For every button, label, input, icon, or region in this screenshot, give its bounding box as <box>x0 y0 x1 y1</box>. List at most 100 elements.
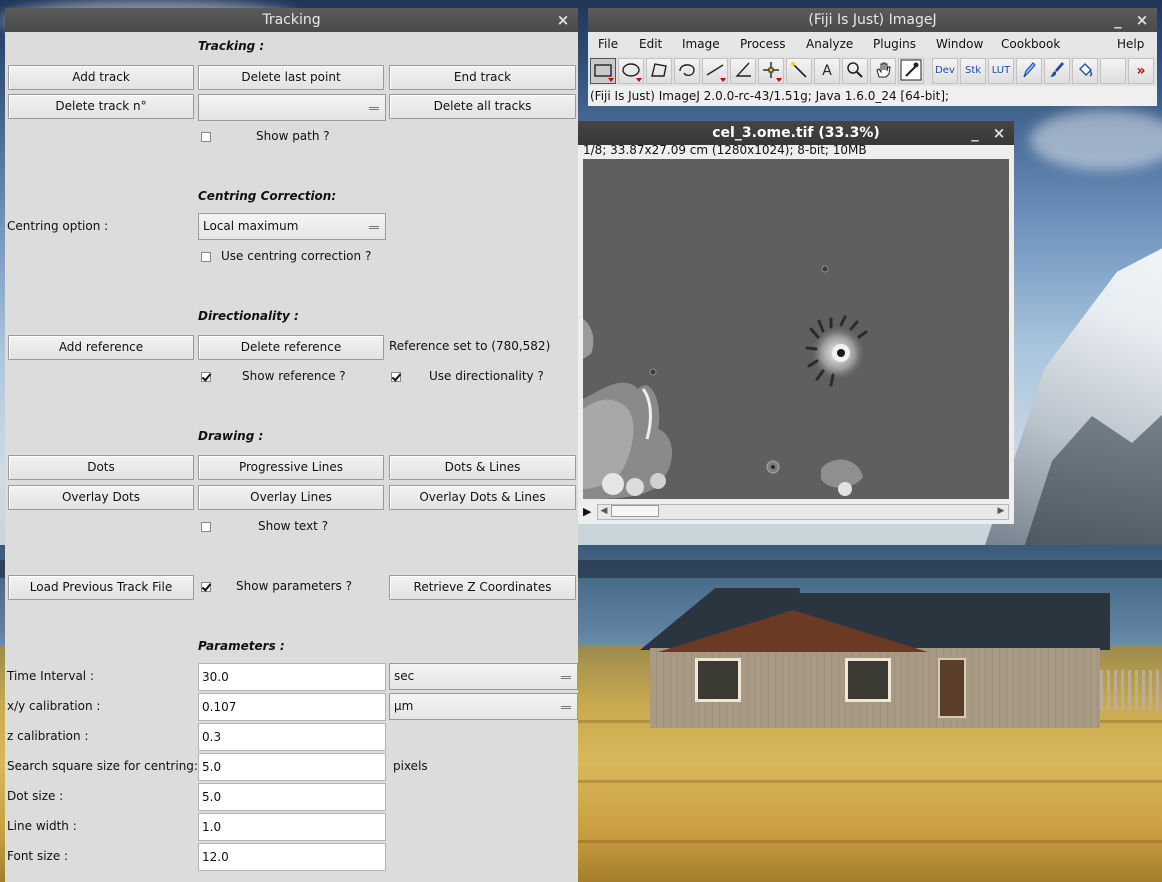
flood-fill-icon[interactable] <box>1072 58 1098 84</box>
image-titlebar[interactable]: cel_3.ome.tif (33.3%) _ × <box>578 121 1014 145</box>
dot-size-field[interactable]: 5.0 <box>198 783 386 811</box>
delete-track-n-button[interactable]: Delete track n° <box>8 94 194 119</box>
imagej-window-title: (Fiji Is Just) ImageJ <box>808 12 937 28</box>
retrieve-z-coordinates-button[interactable]: Retrieve Z Coordinates <box>389 575 576 600</box>
xy-unit-value: µm <box>394 699 414 713</box>
text-tool-icon[interactable]: A <box>814 58 840 84</box>
time-unit-select[interactable]: sec <box>389 663 578 690</box>
use-directionality-label: Use directionality ? <box>429 369 544 383</box>
close-icon[interactable]: × <box>552 8 574 32</box>
imagej-menubar: File Edit Image Process Analyze Plugins … <box>588 32 1157 56</box>
image-window: cel_3.ome.tif (33.3%) _ × 1/8; 33.87x27.… <box>578 121 1014 524</box>
show-reference-checkbox[interactable] <box>201 372 211 382</box>
imagej-toolbar: A Dev Stk LUT » <box>588 56 1157 86</box>
delete-reference-button[interactable]: Delete reference <box>198 335 384 360</box>
wallpaper-fence <box>1100 670 1162 710</box>
angle-tool-icon[interactable] <box>730 58 756 84</box>
show-path-checkbox[interactable] <box>201 132 211 142</box>
dots-button[interactable]: Dots <box>8 455 194 480</box>
close-icon[interactable]: × <box>1131 8 1153 32</box>
line-width-label: Line width : <box>7 819 77 833</box>
add-reference-button[interactable]: Add reference <box>8 335 194 360</box>
overlay-dots-and-lines-button[interactable]: Overlay Dots & Lines <box>389 485 576 510</box>
imagej-status-bar: (Fiji Is Just) ImageJ 2.0.0-rc-43/1.51g;… <box>588 86 1157 106</box>
lut-tool-icon[interactable]: LUT <box>988 58 1014 84</box>
minimize-icon[interactable]: _ <box>964 121 986 145</box>
freehand-tool-icon[interactable] <box>674 58 700 84</box>
menu-file[interactable]: File <box>598 32 618 56</box>
line-width-field[interactable]: 1.0 <box>198 813 386 841</box>
wallpaper-grass-streak <box>578 780 1162 783</box>
menu-cookbook[interactable]: Cookbook <box>1001 32 1060 56</box>
overlay-lines-button[interactable]: Overlay Lines <box>198 485 384 510</box>
show-text-label: Show text ? <box>258 519 329 533</box>
use-directionality-checkbox[interactable] <box>391 372 401 382</box>
show-parameters-label: Show parameters ? <box>236 579 352 593</box>
minimize-icon[interactable]: _ <box>1107 8 1129 32</box>
search-square-field[interactable]: 5.0 <box>198 753 386 781</box>
section-title-tracking: Tracking : <box>198 39 265 53</box>
show-path-label: Show path ? <box>256 129 330 143</box>
blank-tool-slot[interactable] <box>1100 58 1126 84</box>
close-icon[interactable]: × <box>988 121 1010 145</box>
dropdown-icon <box>369 107 379 110</box>
dropper-icon[interactable] <box>898 58 924 84</box>
magnifier-icon[interactable] <box>842 58 868 84</box>
stack-scrollbar[interactable]: ▶ ◀ ▶ <box>583 504 1009 520</box>
scroll-right-arrow-icon[interactable]: ▶ <box>995 505 1007 517</box>
stack-scroll-thumb[interactable] <box>611 505 659 517</box>
section-title-centring: Centring Correction: <box>198 189 337 203</box>
rectangle-tool-icon[interactable] <box>590 58 616 84</box>
image-window-title: cel_3.ome.tif (33.3%) <box>712 125 880 141</box>
wallpaper-house <box>640 588 1110 728</box>
dots-and-lines-button[interactable]: Dots & Lines <box>389 455 576 480</box>
delete-all-tracks-button[interactable]: Delete all tracks <box>389 94 576 119</box>
dropdown-icon <box>561 676 571 679</box>
xy-unit-select[interactable]: µm <box>389 693 578 720</box>
point-tool-icon[interactable] <box>758 58 784 84</box>
menu-edit[interactable]: Edit <box>639 32 662 56</box>
polygon-tool-icon[interactable] <box>646 58 672 84</box>
more-tools-icon[interactable]: » <box>1128 58 1154 84</box>
menu-process[interactable]: Process <box>740 32 786 56</box>
reference-status-text: Reference set to (780,582) <box>389 339 551 353</box>
use-centring-label: Use centring correction ? <box>221 249 372 263</box>
track-number-select[interactable] <box>198 94 386 121</box>
font-size-field[interactable]: 12.0 <box>198 843 386 871</box>
hand-tool-icon[interactable] <box>870 58 896 84</box>
delete-last-point-button[interactable]: Delete last point <box>198 65 384 90</box>
brush-icon[interactable] <box>1044 58 1070 84</box>
imagej-titlebar[interactable]: (Fiji Is Just) ImageJ _ × <box>588 8 1157 32</box>
image-info-line: 1/8; 33.87x27.09 cm (1280x1024); 8-bit; … <box>583 143 867 157</box>
pencil-icon[interactable] <box>1016 58 1042 84</box>
menu-image[interactable]: Image <box>682 32 720 56</box>
menu-analyze[interactable]: Analyze <box>806 32 853 56</box>
line-tool-icon[interactable] <box>702 58 728 84</box>
centring-option-select[interactable]: Local maximum <box>198 213 386 240</box>
play-icon[interactable]: ▶ <box>583 505 591 519</box>
xy-calibration-field[interactable]: 0.107 <box>198 693 386 721</box>
show-reference-label: Show reference ? <box>242 369 346 383</box>
scroll-left-arrow-icon[interactable]: ◀ <box>598 505 610 517</box>
show-text-checkbox[interactable] <box>201 522 211 532</box>
progressive-lines-button[interactable]: Progressive Lines <box>198 455 384 480</box>
image-canvas[interactable] <box>583 159 1009 499</box>
end-track-button[interactable]: End track <box>389 65 576 90</box>
overlay-dots-button[interactable]: Overlay Dots <box>8 485 194 510</box>
menu-window[interactable]: Window <box>936 32 983 56</box>
add-track-button[interactable]: Add track <box>8 65 194 90</box>
time-interval-field[interactable]: 30.0 <box>198 663 386 691</box>
menu-help[interactable]: Help <box>1117 32 1144 56</box>
use-centring-checkbox[interactable] <box>201 252 211 262</box>
menu-plugins[interactable]: Plugins <box>873 32 916 56</box>
wand-tool-icon[interactable] <box>786 58 812 84</box>
oval-tool-icon[interactable] <box>618 58 644 84</box>
load-previous-track-file-button[interactable]: Load Previous Track File <box>8 575 194 600</box>
xy-calibration-label: x/y calibration : <box>7 699 101 713</box>
show-parameters-checkbox[interactable] <box>201 582 211 592</box>
centring-option-label: Centring option : <box>7 219 109 233</box>
tracking-titlebar[interactable]: Tracking × <box>5 8 578 32</box>
stack-tool-icon[interactable]: Stk <box>960 58 986 84</box>
z-calibration-field[interactable]: 0.3 <box>198 723 386 751</box>
dev-tool-icon[interactable]: Dev <box>932 58 958 84</box>
